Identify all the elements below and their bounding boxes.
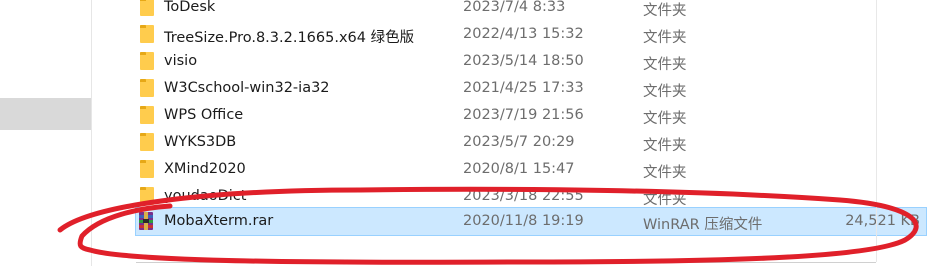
file-name: W3Cschool-win32-ia32 <box>164 80 330 96</box>
nav-selected-item[interactable] <box>0 98 91 130</box>
file-name: MobaXterm.rar <box>164 213 274 229</box>
file-date: 2020/8/1 15:47 <box>463 161 575 177</box>
folder-icon <box>140 0 154 16</box>
folder-icon <box>140 187 154 205</box>
folder-icon <box>140 52 154 70</box>
file-date: 2023/5/14 18:50 <box>463 53 584 69</box>
file-type: 文件夹 <box>643 138 687 154</box>
file-name: WPS Office <box>164 107 244 123</box>
file-date: 2023/5/7 20:29 <box>463 134 575 150</box>
list-item[interactable]: W3Cschool-win32-ia32 2021/4/25 17:33 文件夹 <box>136 75 931 102</box>
file-date: 2023/7/19 21:56 <box>463 107 584 123</box>
list-item[interactable]: visio 2023/5/14 18:50 文件夹 <box>136 48 931 75</box>
navigation-pane <box>0 0 91 266</box>
file-date: 2020/11/8 19:19 <box>463 213 584 229</box>
file-size: 24,521 KB <box>845 213 920 229</box>
list-item[interactable]: WPS Office 2023/7/19 21:56 文件夹 <box>136 102 931 129</box>
list-item[interactable]: WYKS3DB 2023/5/7 20:29 文件夹 <box>136 129 931 156</box>
file-type: 文件夹 <box>643 3 687 19</box>
file-type: WinRAR 压缩文件 <box>643 217 763 233</box>
column-edge <box>876 0 877 262</box>
file-type: 文件夹 <box>643 192 687 208</box>
folder-icon <box>140 106 154 124</box>
file-name: youdaoDict <box>164 188 247 204</box>
file-name: TreeSize.Pro.8.3.2.1665.x64 绿色版 <box>164 30 415 46</box>
file-type: 文件夹 <box>643 111 687 127</box>
file-name: WYKS3DB <box>164 134 237 150</box>
folder-icon <box>140 160 154 178</box>
file-name: visio <box>164 53 198 69</box>
list-item-selected[interactable]: MobaXterm.rar 2020/11/8 19:19 WinRAR 压缩文… <box>135 207 927 236</box>
list-item[interactable]: TreeSize.Pro.8.3.2.1665.x64 绿色版 2022/4/1… <box>136 21 931 48</box>
winrar-archive-icon <box>138 212 154 230</box>
folder-icon <box>140 133 154 151</box>
folder-icon <box>140 25 154 43</box>
file-name: XMind2020 <box>164 161 246 177</box>
file-list: ToDesk 2023/7/4 8:33 文件夹 TreeSize.Pro.8.… <box>92 0 927 262</box>
file-type: 文件夹 <box>643 57 687 73</box>
file-type: 文件夹 <box>643 84 687 100</box>
file-type: 文件夹 <box>643 30 687 46</box>
list-bottom-border <box>136 262 876 263</box>
list-item[interactable]: XMind2020 2020/8/1 15:47 文件夹 <box>136 156 931 183</box>
file-type: 文件夹 <box>643 165 687 181</box>
file-name: ToDesk <box>164 0 216 15</box>
file-date: 2021/4/25 17:33 <box>463 80 584 96</box>
file-date: 2023/7/4 8:33 <box>463 0 566 15</box>
list-item[interactable]: youdaoDict 2023/3/18 22:55 文件夹 <box>136 183 931 210</box>
folder-icon <box>140 79 154 97</box>
file-date: 2023/3/18 22:55 <box>463 188 584 204</box>
file-date: 2022/4/13 15:32 <box>463 26 584 42</box>
list-item[interactable]: ToDesk 2023/7/4 8:33 文件夹 <box>136 0 931 21</box>
